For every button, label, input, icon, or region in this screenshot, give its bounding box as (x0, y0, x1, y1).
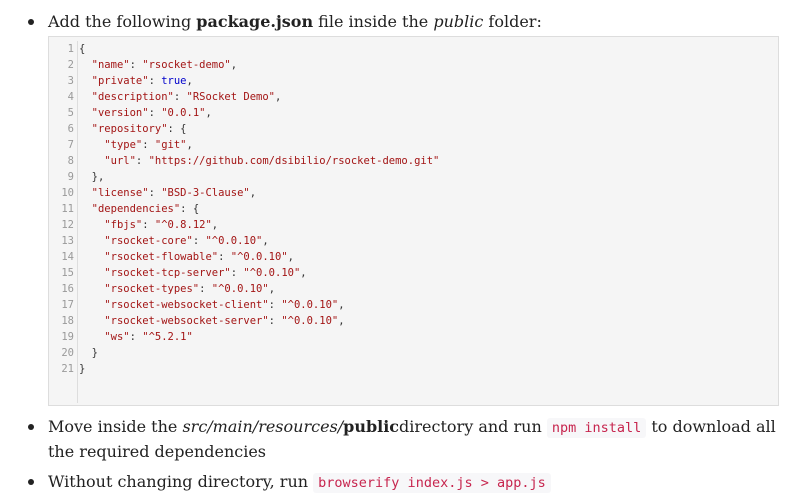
code-line: }, (79, 171, 105, 183)
bullet-package-json: Add the following package.json file insi… (28, 10, 791, 34)
code-line: { (79, 43, 86, 55)
line-number: 13 (61, 235, 74, 247)
bullet-text-middle: directory and run (399, 417, 547, 436)
code-line: "rsocket-types": "^0.0.10", (104, 283, 276, 295)
code-line: "version": "0.0.1", (91, 107, 212, 119)
code-line: "ws": "^5.2.1" (104, 331, 193, 343)
line-number: 9 (67, 171, 74, 183)
line-number: 7 (67, 139, 74, 151)
bullet-text: Without changing directory, run browseri… (48, 470, 791, 495)
code-line: "private": true, (91, 75, 193, 87)
inline-code-browserify: browserify index.js > app.js (313, 473, 551, 493)
line-number: 2 (67, 59, 74, 71)
code-line: "rsocket-tcp-server": "^0.0.10", (104, 267, 307, 279)
inline-code-npm-install: npm install (546, 418, 647, 438)
filename-bold: package.json (196, 12, 314, 31)
code-content[interactable]: { "name": "rsocket-demo", "private": tru… (79, 41, 439, 377)
line-number: 16 (61, 283, 74, 295)
bullet-text-suffix: folder: (483, 12, 542, 31)
bullet-dot (28, 19, 34, 25)
bullet-text: Add the following package.json file insi… (48, 10, 791, 34)
line-number: 19 (61, 331, 74, 343)
code-line: "rsocket-websocket-client": "^0.0.10", (104, 299, 345, 311)
bullet-text: Move inside the src/main/resources/publi… (48, 415, 791, 464)
line-number: 8 (67, 155, 74, 167)
line-number: 10 (61, 187, 74, 199)
code-line: "repository": { (91, 123, 187, 135)
code-line: "url": "https://github.com/dsibilio/rsoc… (104, 155, 440, 167)
line-number: 1 (67, 43, 74, 55)
code-line: "license": "BSD-3-Clause", (91, 187, 257, 199)
code-line: "rsocket-core": "^0.0.10", (104, 235, 269, 247)
code-line: "rsocket-websocket-server": "^0.0.10", (104, 315, 345, 327)
code-line: "rsocket-flowable": "^0.0.10", (104, 251, 294, 263)
code-line: "name": "rsocket-demo", (91, 59, 238, 71)
code-line: } (79, 363, 86, 375)
bullet-text-middle: file inside the (313, 12, 434, 31)
dir-bold: public (343, 417, 400, 436)
line-number: 3 (67, 75, 74, 87)
line-number: 5 (67, 107, 74, 119)
line-number-gutter: 1 2 3 4 5 6 7 8 9 10 11 12 13 14 15 16 17 18 19 20 21 (49, 41, 78, 403)
code-line: "fbjs": "^0.8.12", (104, 219, 219, 231)
code-line: "description": "RSocket Demo", (91, 91, 282, 103)
folder-italic: public (433, 12, 484, 31)
code-line: "type": "git", (104, 139, 193, 151)
bullet-text-prefix: Add the following (48, 12, 197, 31)
line-number: 21 (61, 363, 74, 375)
line-number: 18 (61, 315, 74, 327)
bullet-npm-install: Move inside the src/main/resources/publi… (28, 415, 791, 464)
line-number: 20 (61, 347, 74, 359)
line-number: 17 (61, 299, 74, 311)
line-number: 12 (61, 219, 74, 231)
bullet-dot (28, 424, 34, 430)
bullet-text-prefix: Without changing directory, run (48, 472, 314, 491)
code-line: "dependencies": { (91, 203, 200, 215)
line-number: 6 (67, 123, 74, 135)
bullet-dot (28, 479, 34, 485)
bullet-text-prefix: Move inside the (48, 417, 183, 436)
line-number: 14 (61, 251, 74, 263)
code-block: 1 2 3 4 5 6 7 8 9 10 11 12 13 14 15 16 17 18 19 20 21 { "nam… (48, 36, 779, 406)
line-number: 15 (61, 267, 74, 279)
line-number: 11 (61, 203, 74, 215)
code-line: } (79, 347, 98, 359)
page: Add the following package.json file insi… (0, 0, 811, 503)
line-number: 4 (67, 91, 74, 103)
bullet-browserify: Without changing directory, run browseri… (28, 470, 791, 495)
path-italic: src/main/resources/ (182, 417, 344, 436)
